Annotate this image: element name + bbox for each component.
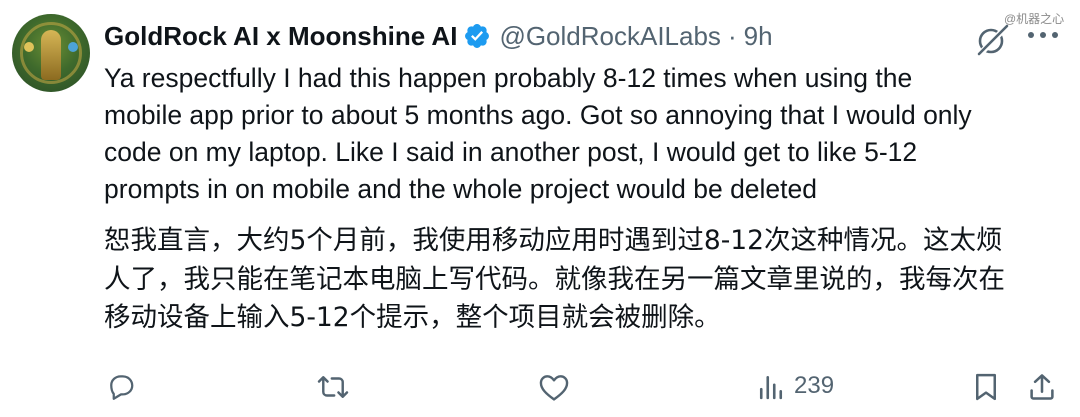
grok-icon[interactable] xyxy=(974,20,1012,58)
analytics-icon[interactable] xyxy=(758,374,784,400)
tweet-text-chinese: 恕我直言，大约5个月前，我使用移动应用时遇到过8-12次这种情况。这太烦 人了，… xyxy=(104,222,1064,338)
watermark: @机器之心 xyxy=(1004,12,1065,26)
repost-icon[interactable] xyxy=(316,372,350,402)
avatar[interactable] xyxy=(12,14,90,92)
author-handle[interactable]: @GoldRockAILabs xyxy=(499,21,721,52)
chinese-line: 移动设备上输入5-12个提示，整个项目就会被删除。 xyxy=(104,302,721,333)
english-line: code on my laptop. Like I said in anothe… xyxy=(104,137,918,167)
chinese-line: 恕我直言，大约5个月前，我使用移动应用时遇到过8-12次这种情况。这太烦 xyxy=(104,225,1003,256)
share-icon[interactable] xyxy=(1028,372,1056,402)
english-line: mobile app prior to about 5 months ago. … xyxy=(104,100,972,130)
verified-badge-icon xyxy=(465,24,490,48)
english-line: prompts in on mobile and the whole proje… xyxy=(104,174,818,204)
tweet[interactable]: GoldRock AI x Moonshine AI @GoldRockAILa… xyxy=(0,0,1080,417)
heart-icon[interactable] xyxy=(538,372,570,402)
separator-dot: · xyxy=(727,20,737,51)
tweet-text-english: Ya respectfully I had this happen probab… xyxy=(104,60,1064,208)
author-display-name[interactable]: GoldRock AI x Moonshine AI xyxy=(104,21,457,52)
post-time[interactable]: 9h xyxy=(744,21,773,52)
english-line: Ya respectfully I had this happen probab… xyxy=(104,63,913,93)
views-count: 239 xyxy=(794,372,835,399)
reply-icon[interactable] xyxy=(106,372,136,402)
chinese-line: 人了，我只能在笔记本电脑上写代码。就像我在另一篇文章里说的，我每次在 xyxy=(104,263,1005,295)
bookmark-icon[interactable] xyxy=(973,372,999,402)
tweet-header: GoldRock AI x Moonshine AI @GoldRockAILa… xyxy=(104,18,773,54)
more-options-icon[interactable] xyxy=(1028,28,1058,42)
